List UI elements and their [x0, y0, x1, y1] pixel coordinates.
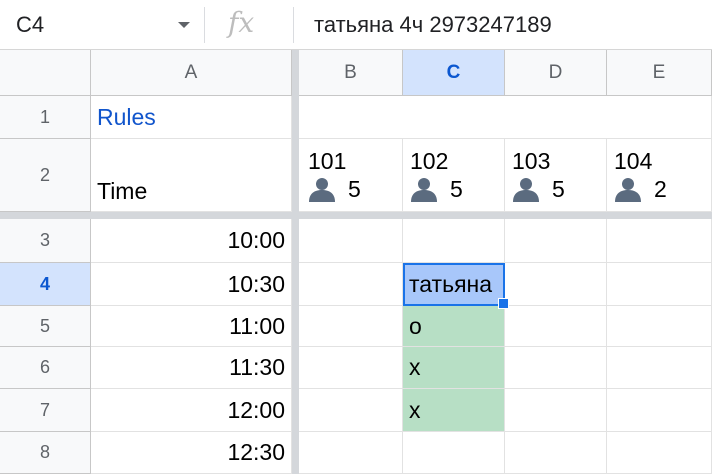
cell-b7[interactable]	[299, 389, 403, 432]
room-header-104: 104 2	[614, 148, 667, 202]
cell-c6[interactable]: x	[403, 347, 505, 389]
room-capacity: 5	[552, 176, 565, 202]
fill-handle[interactable]	[498, 298, 509, 309]
row-header-2[interactable]: 2	[0, 139, 91, 212]
cell-d3[interactable]	[505, 219, 607, 263]
time-header: Time	[97, 178, 148, 204]
room-capacity: 2	[654, 176, 667, 202]
formula-bar: C4 fx татьяна 4ч 2973247189	[0, 0, 712, 50]
cell-e3[interactable]	[607, 219, 712, 263]
row-freeze-bar[interactable]	[0, 212, 712, 219]
cell-a7[interactable]: 12:00	[91, 389, 292, 432]
row-header-3[interactable]: 3	[0, 219, 91, 263]
column-header-e[interactable]: E	[607, 50, 712, 96]
room-number: 101	[308, 148, 347, 174]
row-header-1[interactable]: 1	[0, 96, 91, 139]
name-box[interactable]: C4	[0, 0, 204, 50]
formula-input[interactable]: татьяна 4ч 2973247189	[314, 12, 552, 38]
cell-a8[interactable]: 12:30	[91, 432, 292, 474]
row-header-8[interactable]: 8	[0, 432, 91, 474]
cell-c3[interactable]	[403, 219, 505, 263]
cell-e8[interactable]	[607, 432, 712, 474]
column-freeze-bar[interactable]	[292, 50, 299, 474]
active-cell-text: татьяна	[409, 271, 493, 297]
cell-d6[interactable]	[505, 347, 607, 389]
cell-d5[interactable]	[505, 306, 607, 347]
time-slot: 11:30	[229, 354, 285, 380]
cell-d8[interactable]	[505, 432, 607, 474]
select-all-corner[interactable]	[0, 50, 91, 96]
cell-c8[interactable]	[403, 432, 505, 474]
cell-b1-merged[interactable]	[299, 96, 712, 139]
booking-mark: o	[409, 312, 422, 339]
fx-icon: fx	[228, 6, 255, 39]
person-icon	[309, 178, 335, 202]
room-capacity: 5	[450, 176, 463, 202]
row-header-4[interactable]: 4	[0, 263, 91, 306]
person-icon	[615, 178, 641, 202]
column-header-c[interactable]: C	[403, 50, 505, 96]
cell-e5[interactable]	[607, 306, 712, 347]
divider	[293, 7, 294, 43]
booking-mark: x	[409, 396, 421, 423]
person-icon	[411, 178, 437, 202]
cell-d4[interactable]	[505, 263, 607, 306]
row-header-7[interactable]: 7	[0, 389, 91, 432]
room-number: 104	[614, 148, 653, 174]
column-header-a[interactable]: A	[91, 50, 292, 96]
time-slot: 12:30	[227, 439, 285, 465]
cell-a5[interactable]: 11:00	[91, 306, 292, 347]
time-slot: 12:00	[227, 396, 285, 423]
cell-b5[interactable]	[299, 306, 403, 347]
room-number: 102	[410, 148, 449, 174]
cell-b4[interactable]	[299, 263, 403, 306]
person-icon	[513, 178, 539, 202]
cell-a1[interactable]: Rules	[91, 96, 292, 139]
cell-b8[interactable]	[299, 432, 403, 474]
cell-b6[interactable]	[299, 347, 403, 389]
time-slot: 11:00	[229, 312, 285, 339]
room-number: 103	[512, 148, 551, 174]
chevron-down-icon[interactable]	[178, 22, 190, 28]
time-slot: 10:00	[227, 227, 285, 253]
name-box-cell-ref: C4	[16, 12, 45, 37]
cell-e6[interactable]	[607, 347, 712, 389]
rules-link[interactable]: Rules	[97, 104, 156, 131]
room-header-102: 102 5	[410, 148, 463, 202]
row-header-5[interactable]: 5	[0, 306, 91, 347]
row-header-6[interactable]: 6	[0, 347, 91, 389]
cell-c7[interactable]: x	[403, 389, 505, 432]
room-capacity: 5	[348, 176, 361, 202]
cell-a6[interactable]: 11:30	[91, 347, 292, 389]
room-header-101: 101 5	[308, 148, 361, 202]
cell-a4[interactable]: 10:30	[91, 263, 292, 306]
column-header-d[interactable]: D	[505, 50, 607, 96]
time-slot: 10:30	[227, 270, 285, 297]
cell-a2[interactable]: Time	[91, 139, 292, 212]
cell-d7[interactable]	[505, 389, 607, 432]
cell-e4[interactable]	[607, 263, 712, 306]
divider	[204, 7, 205, 43]
cell-e7[interactable]	[607, 389, 712, 432]
cell-a3[interactable]: 10:00	[91, 219, 292, 263]
cell-b3[interactable]	[299, 219, 403, 263]
cell-c5[interactable]: o	[403, 306, 505, 347]
room-header-103: 103 5	[512, 148, 565, 202]
column-header-b[interactable]: B	[299, 50, 403, 96]
booking-mark: x	[409, 354, 421, 380]
